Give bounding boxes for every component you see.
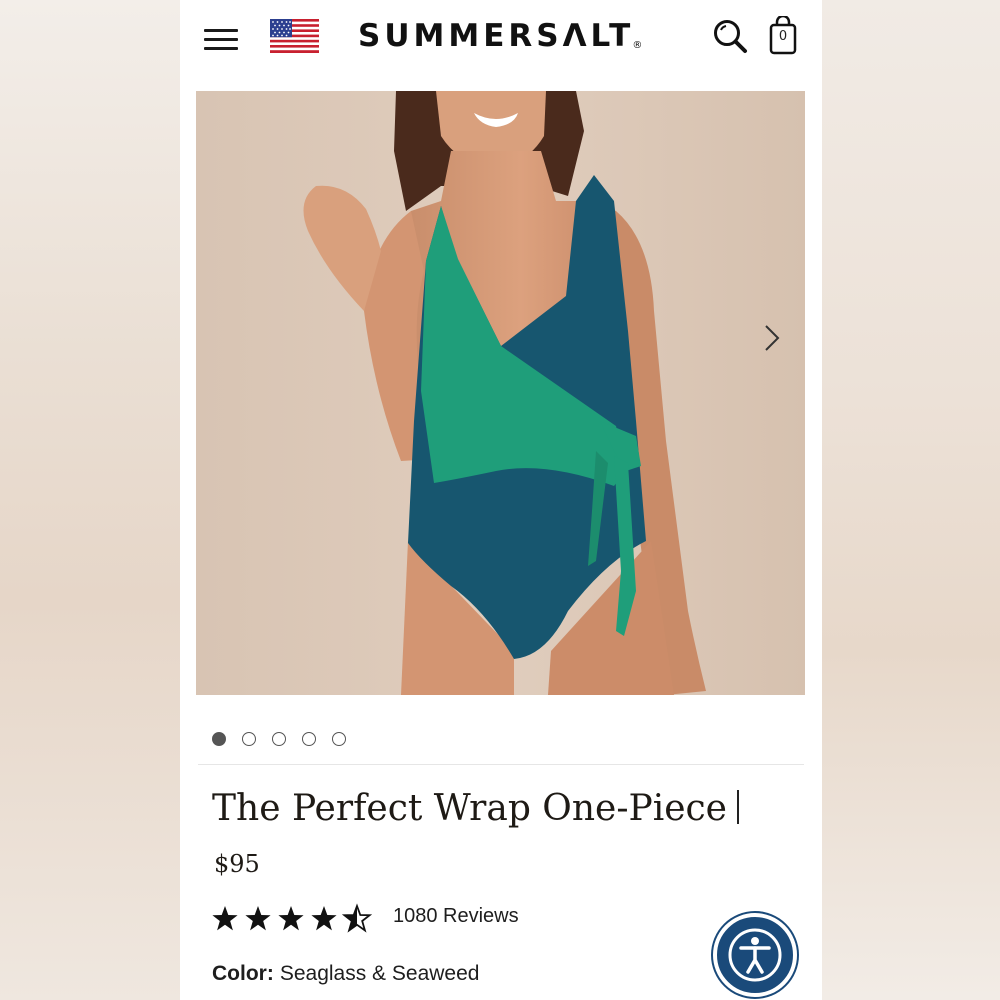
product-price: $95 [214, 850, 260, 878]
product-image-carousel[interactable] [196, 91, 805, 695]
product-photo [196, 91, 805, 695]
search-icon[interactable] [712, 18, 748, 54]
hamburger-icon[interactable] [204, 27, 238, 53]
left-background-blur [0, 0, 180, 1000]
color-value: Seaglass & Seaweed [279, 962, 480, 985]
star-full-icon [212, 906, 238, 931]
color-label: Color: [212, 962, 274, 985]
mobile-page: SUMMERSΛLT® 0 The Perfect Wrap One-Piece… [180, 0, 822, 1000]
accessibility-icon [728, 928, 782, 982]
brand-name: SUMMERSΛLT [358, 18, 635, 54]
carousel-dot-2[interactable] [242, 732, 256, 746]
section-divider [198, 764, 804, 765]
title-separator [737, 790, 739, 824]
star-rating[interactable] [212, 903, 374, 933]
reviews-link[interactable]: 1080 Reviews [393, 905, 519, 928]
us-flag-icon[interactable] [270, 19, 319, 53]
product-title: The Perfect Wrap One-Piece [212, 788, 727, 829]
star-full-icon [245, 906, 271, 931]
top-navigation-bar: SUMMERSΛLT® 0 [180, 0, 822, 90]
carousel-dot-1[interactable] [212, 732, 226, 746]
brand-logo[interactable]: SUMMERSΛLT® [358, 16, 658, 56]
accessibility-button[interactable] [713, 913, 797, 997]
carousel-dot-5[interactable] [332, 732, 346, 746]
star-half-icon [343, 905, 371, 932]
product-title-line: The Perfect Wrap One-Piece [212, 788, 812, 829]
registered-mark: ® [632, 40, 643, 51]
carousel-dot-4[interactable] [302, 732, 316, 746]
star-full-icon [278, 906, 304, 931]
cart-count: 0 [778, 29, 788, 44]
star-full-icon [311, 906, 337, 931]
right-background-blur [820, 0, 1000, 1000]
shopping-bag-button[interactable]: 0 [767, 14, 799, 56]
color-selection: Color: Seaglass & Seaweed [212, 962, 479, 986]
chevron-right-icon[interactable] [761, 323, 783, 353]
carousel-dot-3[interactable] [272, 732, 286, 746]
